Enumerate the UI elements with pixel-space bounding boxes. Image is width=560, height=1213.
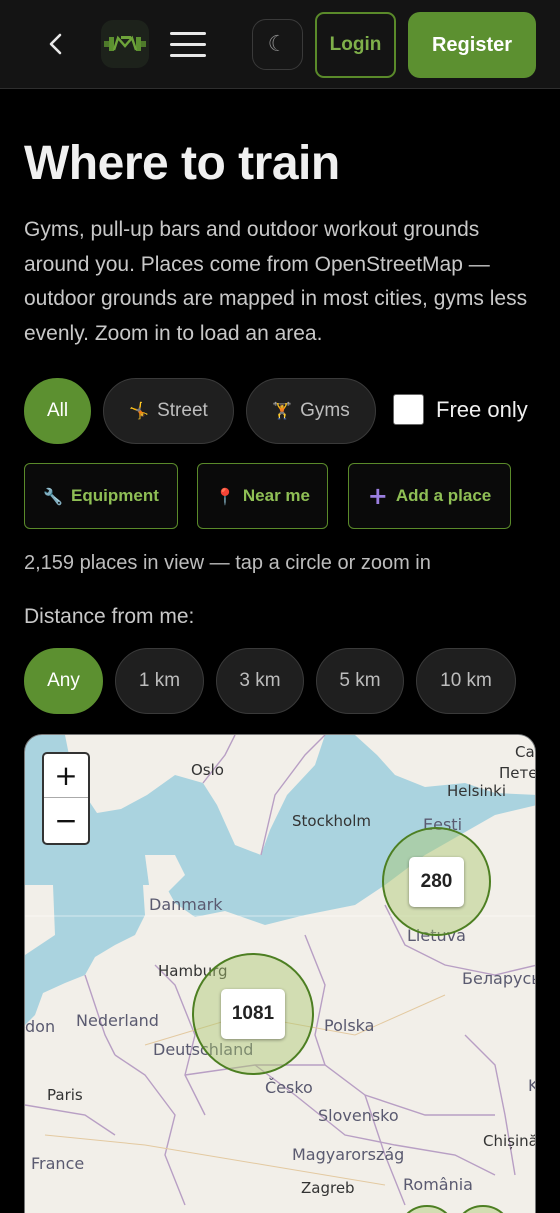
filter-gyms[interactable]: 🏋 Gyms [246, 378, 376, 444]
street-workout-icon: 🤸 [129, 403, 150, 420]
map-city-label: Пете [499, 764, 536, 782]
free-only-toggle[interactable]: Free only [393, 394, 528, 425]
distance-option-any[interactable]: Any [24, 648, 103, 714]
add-place-button[interactable]: + Add a place [348, 463, 511, 529]
free-only-checkbox[interactable] [393, 394, 424, 425]
zoom-in-button[interactable]: + [44, 754, 88, 798]
map-city-label: Oslo [191, 761, 224, 779]
map-country-label: Polska [324, 1016, 375, 1035]
map-city-label: Stockholm [292, 812, 371, 830]
cluster-count-badge[interactable]: 280 [409, 857, 464, 907]
map-city-label: Helsinki [447, 782, 507, 800]
top-bar: ☾ Login Register [0, 0, 560, 89]
wrench-icon: 🔧 [43, 486, 64, 506]
map-city-label: Ca [515, 743, 535, 761]
hamburger-menu-icon [170, 31, 206, 35]
menu-button[interactable] [166, 26, 210, 62]
map-country-label: Magyarország [292, 1145, 405, 1164]
register-button[interactable]: Register [408, 12, 536, 78]
location-pin-icon: 📍 [214, 486, 235, 506]
filter-all-label: All [46, 400, 69, 421]
page-title: Where to train [24, 137, 340, 190]
add-place-label: Add a place [395, 486, 492, 505]
filter-street-label: Street [157, 400, 208, 421]
page-intro: Gyms, pull-up bars and outdoor workout g… [24, 218, 528, 345]
map-country-label: K [528, 1076, 535, 1095]
map-country-label: Danmark [149, 895, 223, 914]
distance-label: Distance from me: [24, 605, 195, 628]
map-city-label: Chișinău [483, 1132, 535, 1150]
login-button[interactable]: Login [315, 12, 396, 78]
map-country-label: France [31, 1154, 85, 1173]
chevron-left-icon [49, 33, 62, 55]
zoom-control: + − [42, 752, 90, 845]
filter-gyms-label: Gyms [300, 400, 350, 421]
barbell-logo-icon [104, 35, 146, 51]
distance-option-3km[interactable]: 3 km [216, 648, 304, 714]
map-country-label: Slovensko [318, 1106, 399, 1125]
cluster-count-badge[interactable]: 1081 [221, 989, 285, 1039]
map-country-label: Беларусь [462, 969, 536, 988]
distance-option-5km[interactable]: 5 km [316, 648, 404, 714]
map-city-label: Paris [47, 1086, 83, 1104]
near-me-button[interactable]: 📍 Near me [197, 463, 328, 529]
app-logo[interactable] [101, 20, 149, 68]
equipment-button[interactable]: 🔧 Equipment [24, 463, 178, 529]
free-only-label: Free only [436, 396, 528, 422]
map-country-label: România [403, 1175, 473, 1194]
equipment-label: Equipment [71, 486, 159, 505]
map-country-label: Česko [265, 1078, 313, 1097]
places-count-status: 2,159 places in view — tap a circle or z… [24, 552, 431, 574]
distance-option-1km[interactable]: 1 km [115, 648, 204, 714]
plus-icon: + [367, 482, 388, 510]
map-country-label: don [25, 1017, 56, 1036]
zoom-out-button[interactable]: − [44, 798, 88, 842]
map-country-label: Nederland [76, 1011, 159, 1030]
map-view[interactable]: + − Oslo Helsinki Stockholm Hamburg Pari… [24, 734, 536, 1213]
filter-all[interactable]: All [24, 378, 91, 444]
filter-street[interactable]: 🤸 Street [103, 378, 234, 444]
theme-toggle-button[interactable]: ☾ [252, 19, 303, 70]
map-city-label: Zagreb [301, 1179, 355, 1197]
distance-option-10km[interactable]: 10 km [416, 648, 516, 714]
back-button[interactable] [38, 26, 74, 62]
moon-icon: ☾ [267, 32, 288, 57]
near-me-label: Near me [242, 486, 311, 505]
weightlifter-icon: 🏋 [272, 403, 293, 420]
